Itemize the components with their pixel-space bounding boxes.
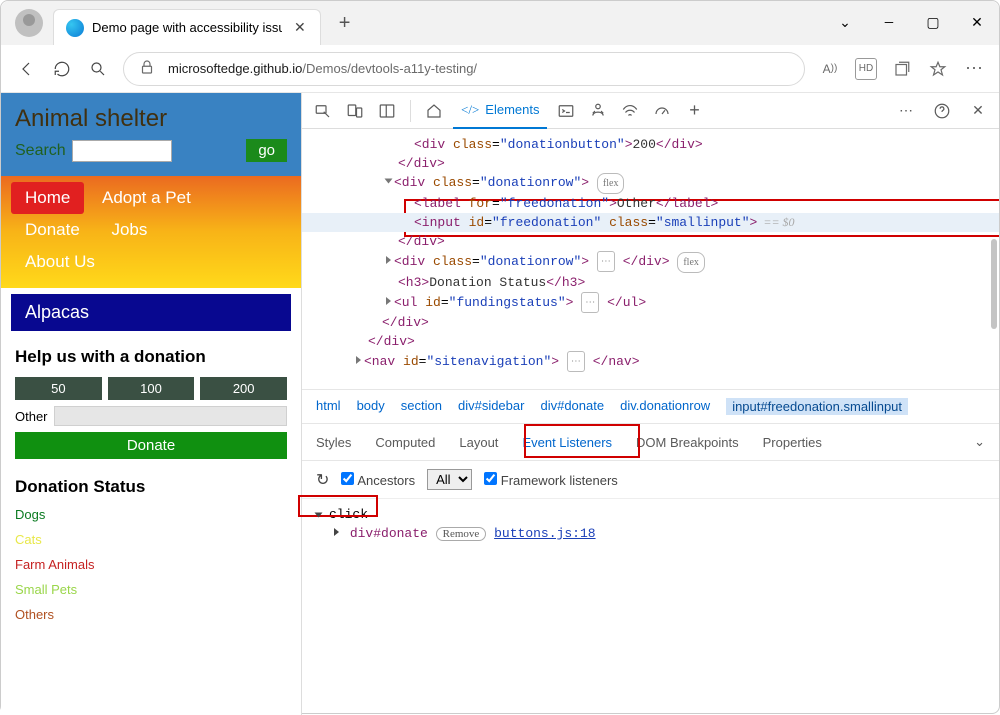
edge-favicon [66, 19, 84, 37]
back-button[interactable] [15, 58, 37, 80]
close-window-button[interactable]: ✕ [955, 1, 999, 45]
browser-toolbar: microsoftedge.github.io/Demos/devtools-a… [1, 45, 999, 93]
hd-icon[interactable]: HD [855, 58, 877, 80]
profile-avatar[interactable] [15, 9, 43, 37]
nav-adopt[interactable]: Adopt a Pet [88, 182, 205, 214]
crumb-body[interactable]: body [357, 398, 385, 415]
new-tab-button[interactable]: + [331, 8, 359, 39]
tab-computed[interactable]: Computed [375, 435, 435, 450]
url-text: microsoftedge.github.io/Demos/devtools-a… [168, 61, 477, 76]
ancestors-checkbox[interactable]: Ancestors [341, 472, 415, 488]
event-click-row[interactable]: click [316, 507, 985, 522]
browser-tab[interactable]: Demo page with accessibility issu ✕ [53, 9, 321, 45]
add-tab-icon[interactable]: + [681, 98, 707, 124]
inspect-icon[interactable] [310, 98, 336, 124]
close-tab-button[interactable]: ✕ [290, 17, 310, 38]
dock-icon[interactable] [374, 98, 400, 124]
help-icon[interactable] [929, 98, 955, 124]
refresh-listeners-icon[interactable]: ↻ [316, 470, 329, 490]
crumb-section[interactable]: section [401, 398, 442, 415]
listener-scope-select[interactable]: All [427, 469, 472, 490]
tab-dom-breakpoints[interactable]: DOM Breakpoints [636, 435, 739, 450]
crumb-input[interactable]: input#freedonation.smallinput [726, 398, 908, 415]
donate-amount-50[interactable]: 50 [15, 377, 102, 400]
crumb-html[interactable]: html [316, 398, 341, 415]
alpacas-button[interactable]: Alpacas [11, 294, 291, 331]
webpage-viewport: Animal shelter Search go Home Adopt a Pe… [1, 93, 301, 715]
window-titlebar: Demo page with accessibility issu ✕ + ⌄ … [1, 1, 999, 45]
status-others[interactable]: Others [15, 607, 287, 622]
tab-layout[interactable]: Layout [459, 435, 498, 450]
tab-styles[interactable]: Styles [316, 435, 351, 450]
maximize-button[interactable]: ▢ [911, 1, 955, 45]
collections-icon[interactable] [891, 58, 913, 80]
donate-heading: Help us with a donation [1, 347, 301, 377]
listener-source-link[interactable]: buttons.js:18 [494, 526, 595, 541]
status-dogs[interactable]: Dogs [15, 507, 287, 522]
dom-breadcrumb: html body section div#sidebar div#donate… [302, 389, 999, 423]
devtools-more-icon[interactable]: ⋯ [893, 98, 919, 124]
flex-badge[interactable]: flex [597, 173, 625, 194]
search-label: Search [15, 142, 66, 160]
sources-tab-icon[interactable] [585, 98, 611, 124]
tab-properties[interactable]: Properties [763, 435, 822, 450]
tab-title: Demo page with accessibility issu [92, 20, 282, 35]
window-controls: ⌄ — ▢ ✕ [823, 1, 999, 45]
donate-amount-200[interactable]: 200 [200, 377, 287, 400]
close-devtools-button[interactable]: ✕ [965, 98, 991, 124]
status-cats[interactable]: Cats [15, 532, 287, 547]
donate-amount-100[interactable]: 100 [108, 377, 195, 400]
nav-home[interactable]: Home [11, 182, 84, 214]
status-farm[interactable]: Farm Animals [15, 557, 287, 572]
devtools-panel: </> Elements + ⋯ ✕ ⋯ <div class="donatio… [301, 93, 999, 715]
chevron-down-icon[interactable]: ⌄ [823, 1, 867, 45]
other-label: Other [15, 409, 48, 424]
remove-listener-button[interactable]: Remove [436, 527, 487, 541]
selected-dom-node: <input id="freedonation" class="smallinp… [302, 213, 999, 232]
welcome-tab[interactable] [421, 98, 447, 124]
styles-pane-tabs: Styles Computed Layout Event Listeners D… [302, 423, 999, 461]
more-menu-button[interactable]: ⋯ [963, 58, 985, 80]
site-title: Animal shelter [15, 105, 287, 133]
tab-event-listeners[interactable]: Event Listeners [522, 435, 612, 450]
other-amount-input[interactable] [54, 406, 287, 426]
read-aloud-icon[interactable]: A)) [819, 58, 841, 80]
network-tab-icon[interactable] [617, 98, 643, 124]
reload-button[interactable] [51, 58, 73, 80]
search-input[interactable] [72, 140, 172, 162]
main-nav: Home Adopt a Pet Donate Jobs About Us [1, 176, 301, 288]
device-icon[interactable] [342, 98, 368, 124]
minimize-button[interactable]: — [867, 1, 911, 45]
elements-tab[interactable]: </> Elements [453, 93, 547, 129]
crumb-donate[interactable]: div#donate [540, 398, 604, 415]
nav-jobs[interactable]: Jobs [97, 214, 161, 246]
listener-detail-row[interactable]: div#donate Remove buttons.js:18 [334, 526, 985, 541]
search-go-button[interactable]: go [246, 139, 287, 162]
nav-about[interactable]: About Us [15, 246, 109, 278]
search-icon[interactable] [87, 58, 109, 80]
scrollbar-thumb[interactable] [991, 239, 997, 329]
donate-button[interactable]: Donate [15, 432, 287, 459]
dom-tree[interactable]: ⋯ <div class="donationbutton">200</div> … [302, 129, 999, 389]
status-small[interactable]: Small Pets [15, 582, 287, 597]
console-tab-icon[interactable] [553, 98, 579, 124]
event-listeners-list: click div#donate Remove buttons.js:18 [302, 499, 999, 549]
performance-tab-icon[interactable] [649, 98, 675, 124]
chevron-down-icon[interactable]: ⌄ [974, 434, 985, 450]
favorite-icon[interactable] [927, 58, 949, 80]
crumb-sidebar[interactable]: div#sidebar [458, 398, 525, 415]
elements-icon: </> [461, 102, 479, 118]
framework-checkbox[interactable]: Framework listeners [484, 472, 618, 488]
devtools-tabbar: </> Elements + ⋯ ✕ [302, 93, 999, 129]
status-heading: Donation Status [1, 459, 301, 507]
lock-icon [138, 58, 156, 79]
listeners-toolbar: ↻ Ancestors All Framework listeners [302, 461, 999, 499]
nav-donate[interactable]: Donate [15, 214, 94, 246]
address-bar[interactable]: microsoftedge.github.io/Demos/devtools-a… [123, 52, 805, 86]
crumb-row[interactable]: div.donationrow [620, 398, 710, 415]
